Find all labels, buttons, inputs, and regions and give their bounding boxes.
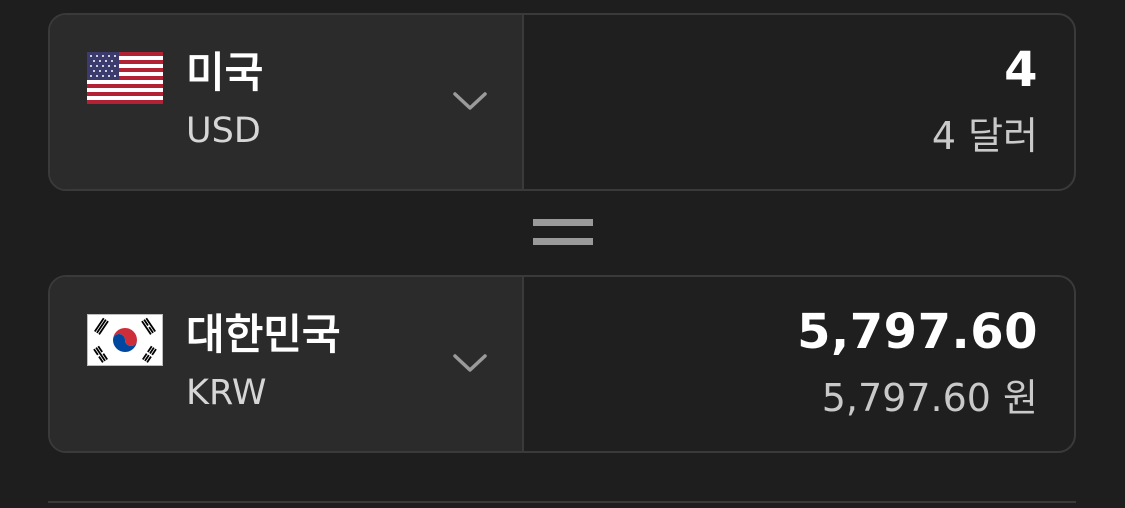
kr-flag-icon [87,314,163,366]
us-flag-icon [87,52,163,104]
to-amount-value: 5,797.60 [797,304,1038,360]
from-amount-words: 4 달러 [931,114,1038,158]
to-currency-selector[interactable]: 대한민국 KRW [50,277,524,451]
to-currency-code: KRW [186,373,267,413]
from-currency-code: USD [186,111,261,151]
to-country-name: 대한민국 [186,310,341,359]
equals-icon [533,219,593,249]
to-currency-row: 대한민국 KRW 5,797.60 5,797.60 원 [48,275,1076,453]
from-amount-value: 4 [1004,42,1038,98]
to-amount-words: 5,797.60 원 [821,376,1038,420]
to-amount-display[interactable]: 5,797.60 5,797.60 원 [524,277,1074,451]
chevron-down-icon[interactable] [452,89,488,113]
divider [48,501,1076,503]
from-amount-input[interactable]: 4 4 달러 [524,15,1074,189]
from-currency-selector[interactable]: 미국 USD [50,15,524,189]
chevron-down-icon[interactable] [452,351,488,375]
from-country-name: 미국 [186,48,264,97]
from-currency-row: 미국 USD 4 4 달러 [48,13,1076,191]
